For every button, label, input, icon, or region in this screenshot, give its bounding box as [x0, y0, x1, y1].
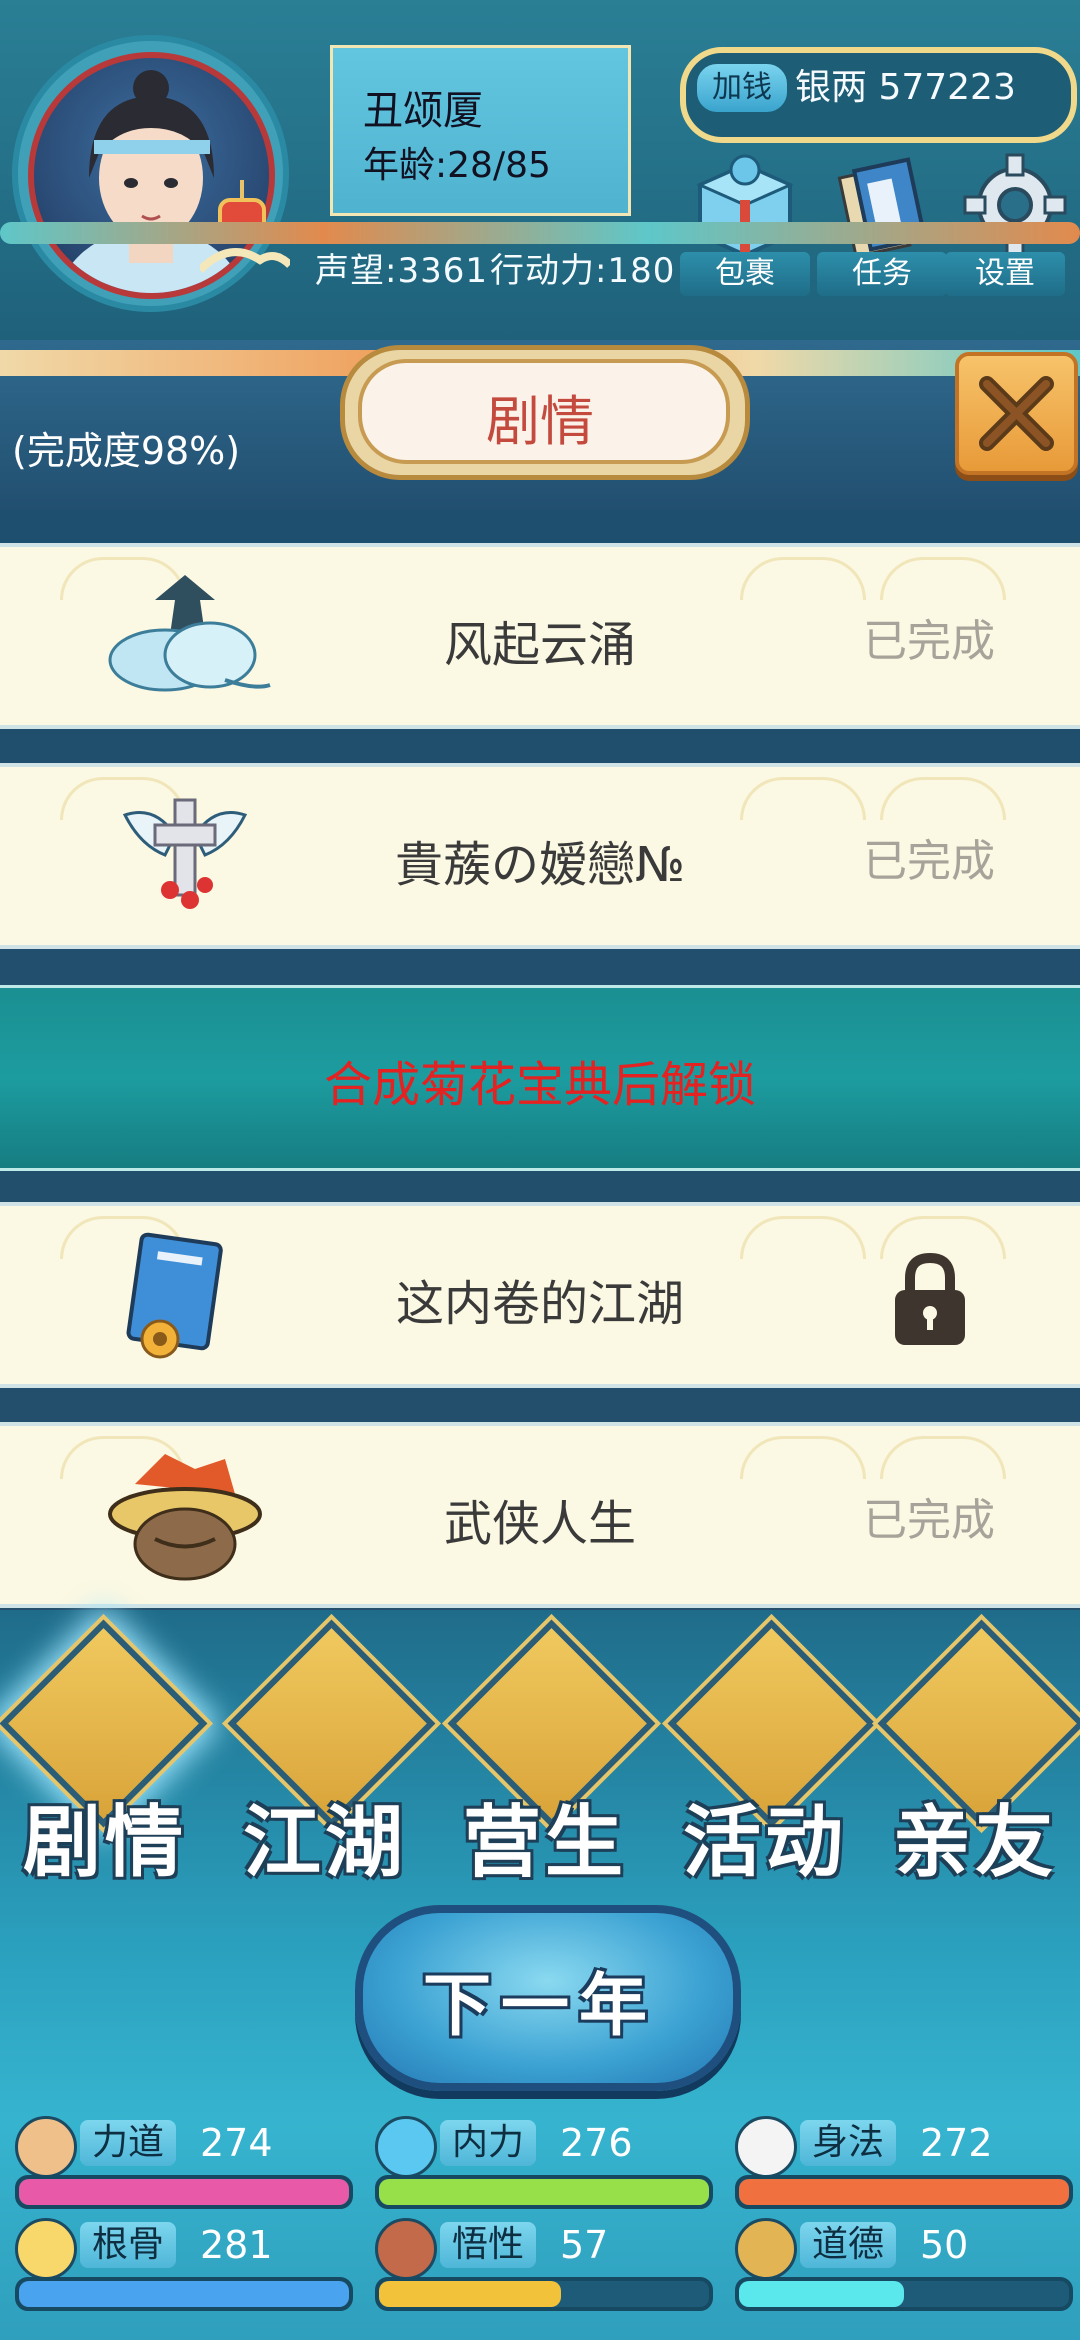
- attribute-value: 57: [560, 2223, 609, 2267]
- add-money-button[interactable]: 加钱: [695, 62, 789, 114]
- decorative-wave: [0, 222, 1080, 244]
- player-name: 丑颂厦: [363, 88, 483, 134]
- story-row-3[interactable]: 这内卷的江湖: [0, 1202, 1080, 1388]
- close-icon: [979, 376, 1054, 451]
- story-row-1[interactable]: 风起云涌 已完成: [0, 543, 1080, 729]
- page-title: 剧情: [486, 390, 594, 453]
- bag-label: 包裹: [680, 252, 810, 296]
- attribute-bar: [735, 2175, 1073, 2209]
- nav-jianghu[interactable]: 江湖: [220, 1619, 436, 1888]
- attribute-bar: [15, 2277, 353, 2311]
- story-status: 已完成: [863, 616, 995, 667]
- nav-friends[interactable]: 亲友: [870, 1619, 1080, 1888]
- tasks-label: 任务: [817, 252, 947, 296]
- nav-livelihood-label: 营生: [462, 1797, 627, 1888]
- attribute-bar-fill: [19, 2281, 349, 2307]
- attribute-bar-fill: [739, 2179, 1069, 2205]
- attribute-bar-fill: [19, 2179, 349, 2205]
- attribute-bar: [375, 2277, 713, 2311]
- nav-activity-label: 活动: [682, 1797, 847, 1888]
- story-status: 已完成: [863, 836, 995, 887]
- action-points-stat: 行动力:180: [490, 251, 676, 291]
- player-age: 年龄:28/85: [363, 145, 551, 186]
- page-title-plaque: 剧情: [340, 345, 750, 480]
- reputation-stat: 声望:3361: [315, 251, 488, 291]
- nav-livelihood[interactable]: 营生: [440, 1619, 656, 1888]
- attribute-bar-fill: [739, 2281, 904, 2307]
- attribute-label: 根骨: [80, 2222, 177, 2268]
- attribute-bar: [735, 2277, 1073, 2311]
- bag-button[interactable]: 包裹: [675, 150, 815, 296]
- nav-story[interactable]: 剧情: [0, 1619, 210, 1888]
- attribute-bar: [375, 2175, 713, 2209]
- brain-icon: [375, 2218, 437, 2280]
- completion-text: (完成度98%): [12, 429, 241, 473]
- story-status: 已完成: [863, 1495, 995, 1546]
- attribute-label: 力道: [80, 2120, 177, 2166]
- flame-icon: [375, 2116, 437, 2178]
- attribute-bar: [15, 2175, 353, 2209]
- story-row-2[interactable]: 貴蔟の嫒戀№ 已完成: [0, 763, 1080, 949]
- attribute-label: 身法: [800, 2120, 897, 2166]
- lock-icon: [895, 1252, 965, 1345]
- attribute-value: 274: [200, 2121, 273, 2165]
- nav-activity[interactable]: 活动: [660, 1619, 876, 1888]
- tasks-button[interactable]: 任务: [812, 150, 952, 296]
- story-row-4[interactable]: 武侠人生 已完成: [0, 1422, 1080, 1608]
- scroll-icon: [735, 2218, 797, 2280]
- attribute-label: 悟性: [440, 2222, 537, 2268]
- swallow-icon: [735, 2116, 797, 2178]
- next-year-label: 下一年: [422, 1966, 657, 2046]
- arm-icon: [15, 2116, 77, 2178]
- silver-amount: 银两 577223: [795, 67, 1016, 108]
- aura-icon: [15, 2218, 77, 2280]
- locked-banner-text: 合成菊花宝典后解锁: [323, 1057, 756, 1113]
- nav-story-label: 剧情: [22, 1797, 187, 1888]
- settings-label: 设置: [945, 252, 1065, 296]
- attribute-value: 276: [560, 2121, 633, 2165]
- attribute-label: 内力: [440, 2120, 537, 2166]
- attribute-value: 272: [920, 2121, 993, 2165]
- attribute-bar-fill: [379, 2179, 709, 2205]
- attribute-value: 281: [200, 2223, 273, 2267]
- close-button[interactable]: [955, 352, 1078, 475]
- nav-jianghu-label: 江湖: [242, 1797, 407, 1888]
- settings-button[interactable]: 设置: [945, 150, 1080, 296]
- attribute-label: 道德: [800, 2222, 897, 2268]
- nav-friends-label: 亲友: [892, 1797, 1057, 1888]
- attribute-value: 50: [920, 2223, 969, 2267]
- player-info-card: 丑颂厦 年龄:28/85: [330, 45, 631, 216]
- attribute-bar-fill: [379, 2281, 561, 2307]
